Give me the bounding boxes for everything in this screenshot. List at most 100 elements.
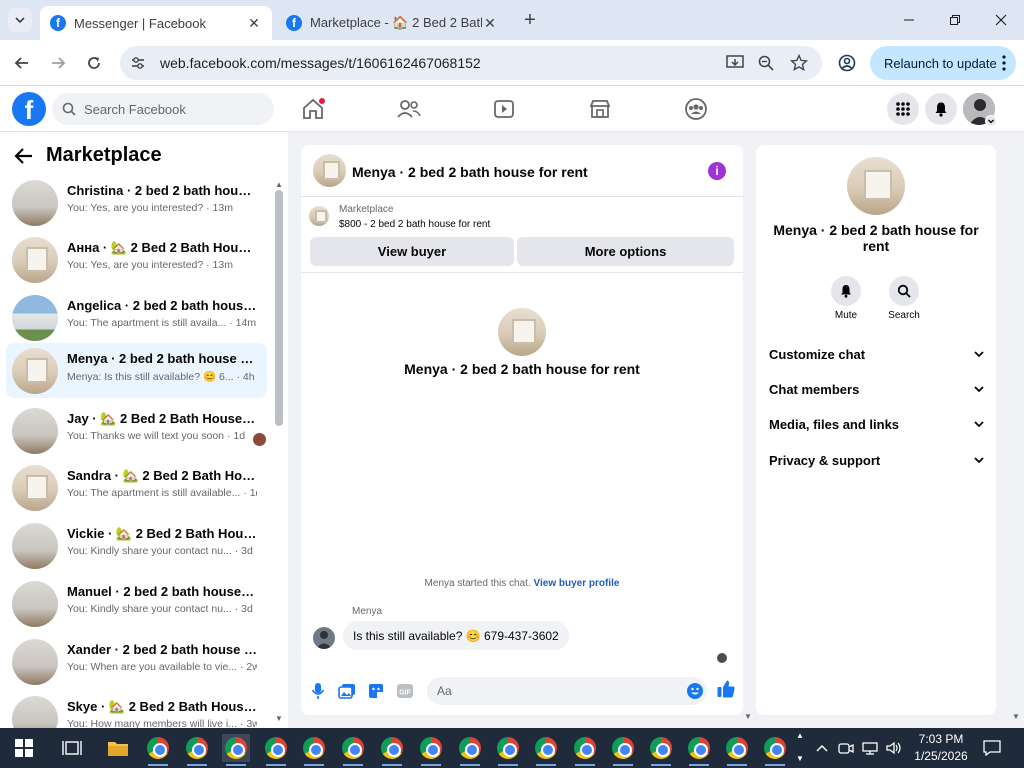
more-options-button[interactable]: More options xyxy=(517,237,734,266)
close-window-button[interactable] xyxy=(978,6,1024,34)
conversation-item[interactable]: Sandra · 🏡 2 Bed 2 Bath House... You: The… xyxy=(6,460,267,515)
new-tab-button[interactable]: + xyxy=(518,8,542,32)
menu-button[interactable] xyxy=(887,93,919,125)
media-files-links-row[interactable]: Media, files and links xyxy=(769,414,985,434)
conversation-item[interactable]: Xander · 2 bed 2 bath house for... You: W… xyxy=(6,634,267,689)
zoom-icon[interactable] xyxy=(758,55,774,71)
relaunch-button[interactable]: Relaunch to update xyxy=(870,46,1016,80)
customize-chat-row[interactable]: Customize chat xyxy=(769,344,985,364)
site-settings-icon[interactable] xyxy=(130,55,146,71)
chrome-taskbar-icon[interactable] xyxy=(494,734,522,766)
nav-home[interactable] xyxy=(291,92,335,126)
sticker-icon[interactable] xyxy=(367,682,385,700)
nav-video[interactable] xyxy=(482,92,526,126)
chat-members-row[interactable]: Chat members xyxy=(769,379,985,399)
close-tab-icon[interactable]: ✕ xyxy=(482,15,498,32)
nav-friends[interactable] xyxy=(387,92,431,126)
chrome-taskbar-icon[interactable] xyxy=(761,734,789,766)
scrollbar-thumb[interactable] xyxy=(275,190,283,426)
conversation-item[interactable]: Angelica · 2 bed 2 bath house f... You: T… xyxy=(6,290,267,345)
chat-title[interactable]: Menya · 2 bed 2 bath house for rent xyxy=(352,164,588,180)
bookmark-star-icon[interactable] xyxy=(790,54,808,72)
taskbar-scroll-up-icon[interactable]: ▲ xyxy=(796,731,804,740)
photo-icon[interactable] xyxy=(338,682,356,700)
view-buyer-button[interactable]: View buyer xyxy=(310,237,514,266)
tab-messenger[interactable]: f Messenger | Facebook ✕ xyxy=(40,6,272,40)
network-icon[interactable] xyxy=(858,734,882,762)
notifications-button[interactable] xyxy=(925,93,957,125)
account-chevron-icon[interactable] xyxy=(985,115,997,127)
marketplace-label: Marketplace xyxy=(339,204,394,215)
message-bubble[interactable]: Is this still available? 😊 679-437-3602 xyxy=(343,621,569,650)
restore-button[interactable] xyxy=(932,6,978,34)
start-button[interactable] xyxy=(10,734,38,762)
chrome-taskbar-icon[interactable] xyxy=(417,734,445,766)
mute-label: Mute xyxy=(834,310,858,321)
gif-icon[interactable]: GIF xyxy=(396,682,414,700)
arrow-left-icon[interactable] xyxy=(14,147,34,165)
install-app-icon[interactable] xyxy=(726,55,744,71)
minimize-button[interactable] xyxy=(886,6,932,34)
taskbar-scroll-down-icon[interactable]: ▼ xyxy=(796,754,804,763)
conversation-item[interactable]: Jay · 🏡 2 Bed 2 Bath House f... You: Than… xyxy=(6,403,267,458)
chrome-taskbar-icon[interactable] xyxy=(456,734,484,766)
tray-chevron-icon[interactable] xyxy=(810,734,834,762)
profile-button[interactable] xyxy=(832,48,862,78)
close-tab-icon[interactable]: ✕ xyxy=(246,15,262,32)
search-chat-button[interactable]: Search xyxy=(874,276,934,321)
file-explorer-button[interactable] xyxy=(104,734,132,762)
taskbar-clock[interactable]: 7:03 PM 1/25/2026 xyxy=(912,731,970,765)
tab-marketplace[interactable]: f Marketplace - 🏠 2 Bed 2 Bath ✕ xyxy=(276,6,508,40)
facebook-search-input[interactable]: Search Facebook xyxy=(52,93,274,125)
conversation-item[interactable]: Christina · 2 bed 2 bath house f... You: … xyxy=(6,175,267,230)
chrome-taskbar-icon[interactable] xyxy=(144,734,172,766)
chrome-taskbar-icon[interactable] xyxy=(222,734,250,766)
mute-button[interactable]: Mute xyxy=(816,276,876,321)
chrome-taskbar-icon[interactable] xyxy=(723,734,751,766)
reload-button[interactable] xyxy=(79,48,109,78)
chrome-taskbar-icon[interactable] xyxy=(378,734,406,766)
chrome-taskbar-icon[interactable] xyxy=(300,734,328,766)
address-bar[interactable]: web.facebook.com/messages/t/160616246706… xyxy=(120,46,822,80)
conversation-preview: You: Yes, are you interested? · 13m xyxy=(67,202,257,214)
arrow-left-icon xyxy=(14,57,28,69)
info-icon[interactable]: i xyxy=(708,162,726,180)
emoji-icon[interactable] xyxy=(687,683,703,699)
view-buyer-profile-link[interactable]: View buyer profile xyxy=(534,578,620,589)
forward-button[interactable] xyxy=(43,48,73,78)
chat-avatar[interactable] xyxy=(313,154,346,187)
scroll-up-icon[interactable]: ▲ xyxy=(275,180,283,189)
microphone-icon[interactable] xyxy=(309,682,327,700)
notification-center-button[interactable] xyxy=(978,734,1006,762)
nav-groups[interactable] xyxy=(674,92,718,126)
page-scroll-down-icon[interactable]: ▼ xyxy=(1012,712,1020,721)
task-view-button[interactable] xyxy=(58,734,86,762)
meet-now-icon[interactable] xyxy=(834,734,858,762)
back-button[interactable] xyxy=(7,48,37,78)
nav-marketplace[interactable] xyxy=(578,92,622,126)
conversation-item[interactable]: Vickie · 🏡 2 Bed 2 Bath House f... You: K… xyxy=(6,518,267,573)
thumbs-up-icon[interactable] xyxy=(716,679,736,699)
chrome-taskbar-icon[interactable] xyxy=(571,734,599,766)
chrome-taskbar-icon[interactable] xyxy=(262,734,290,766)
chrome-taskbar-icon[interactable] xyxy=(609,734,637,766)
tab-search-button[interactable] xyxy=(8,8,32,32)
message-input[interactable]: Aa xyxy=(427,677,707,705)
sender-avatar[interactable] xyxy=(313,627,335,649)
facebook-logo-icon[interactable]: f xyxy=(12,92,46,126)
listing-price[interactable]: $800 - 2 bed 2 bath house for rent xyxy=(339,219,490,230)
chrome-taskbar-icon[interactable] xyxy=(532,734,560,766)
conversation-item[interactable]: Manuel · 2 bed 2 bath house fo... You: Ki… xyxy=(6,576,267,631)
chrome-taskbar-icon[interactable] xyxy=(647,734,675,766)
privacy-support-row[interactable]: Privacy & support xyxy=(769,450,985,470)
chrome-taskbar-icon[interactable] xyxy=(183,734,211,766)
chrome-taskbar-icon[interactable] xyxy=(339,734,367,766)
chat-scroll-down-icon[interactable]: ▼ xyxy=(744,712,752,721)
volume-icon[interactable] xyxy=(882,734,906,762)
conversation-item[interactable]: Skye · 🏡 2 Bed 2 Bath House f... You: How… xyxy=(6,691,267,728)
chrome-taskbar-icon[interactable] xyxy=(685,734,713,766)
groups-icon xyxy=(685,98,707,120)
scroll-down-icon[interactable]: ▼ xyxy=(275,714,283,723)
conversation-item[interactable]: Menya · 2 bed 2 bath house for ... Menya:… xyxy=(6,343,267,398)
conversation-item[interactable]: Анна · 🏡 2 Bed 2 Bath House f... You: Yes… xyxy=(6,232,267,287)
